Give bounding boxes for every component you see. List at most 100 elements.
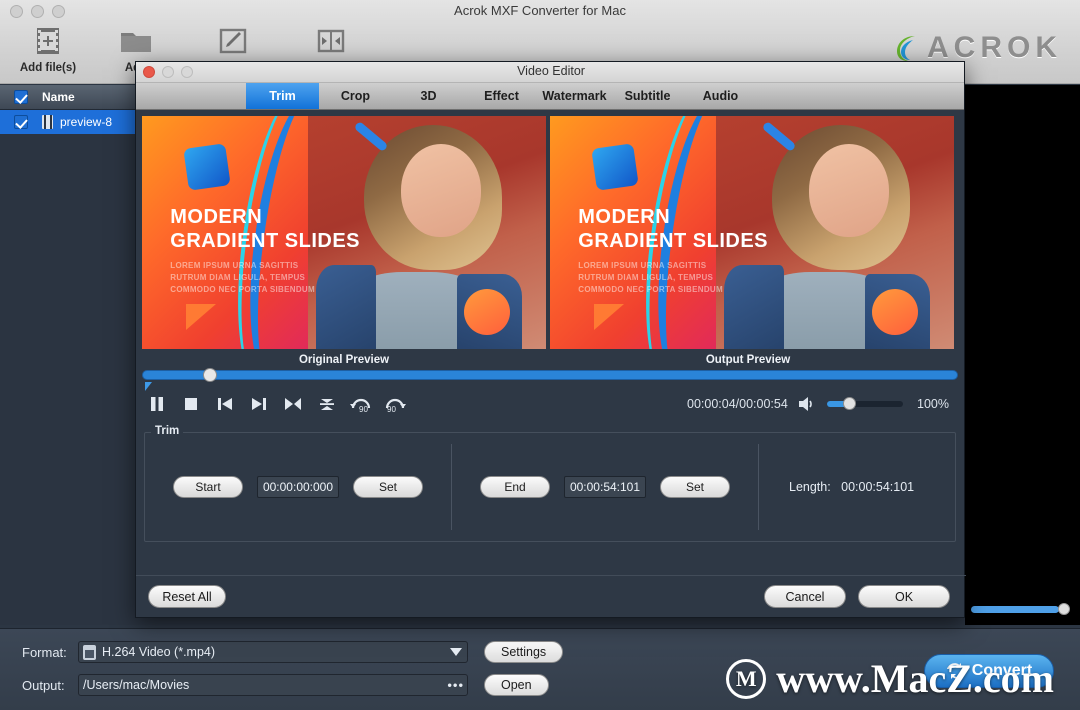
- column-header-name: Name: [42, 90, 75, 104]
- tab-watermark[interactable]: Watermark: [538, 83, 611, 109]
- rotate-left-button[interactable]: 90: [346, 391, 376, 417]
- dialog-footer: Reset All Cancel OK: [136, 575, 966, 617]
- original-preview-image[interactable]: MODERN GRADIENT SLIDES LOREM IPSUM URNA …: [142, 116, 546, 349]
- output-slide-sub-line3: COMMODO NEC PORTA SIBENDUM: [578, 284, 723, 294]
- trim-length: Length: 00:00:54:101: [759, 480, 914, 494]
- flip-vertical-button[interactable]: [312, 391, 342, 417]
- acrok-wordmark: ACROK: [927, 31, 1062, 64]
- rotate-right-90-icon: 90: [385, 398, 406, 414]
- browse-button[interactable]: •••: [447, 679, 464, 692]
- output-label: Output:: [22, 677, 65, 693]
- snapshot-button[interactable]: [278, 391, 308, 417]
- toolbar-add-files[interactable]: Add file(s): [0, 24, 96, 74]
- next-frame-icon: [252, 398, 266, 410]
- previous-frame-button[interactable]: [210, 391, 240, 417]
- slide-sub-line3: COMMODO NEC PORTA SIBENDUM: [170, 284, 315, 294]
- trim-panel: Trim Start 00:00:00:000 Set End 00:00:54…: [144, 425, 956, 542]
- convert-arrows-icon: [946, 663, 965, 679]
- zoom-level: 100%: [917, 397, 949, 411]
- main-volume-knob[interactable]: [1058, 603, 1070, 615]
- output-path-input[interactable]: /Users/mac/Movies •••: [78, 674, 468, 696]
- next-frame-button[interactable]: [244, 391, 274, 417]
- trim-end-group: End 00:00:54:101 Set: [452, 451, 758, 523]
- tab-subtitle[interactable]: Subtitle: [611, 83, 684, 109]
- chevron-down-icon: [450, 648, 462, 656]
- film-add-icon: [0, 24, 96, 58]
- stop-icon: [185, 398, 197, 410]
- trim-start-set-button[interactable]: Set: [353, 476, 423, 498]
- timeline-knob[interactable]: [203, 368, 217, 382]
- row-checkbox[interactable]: [0, 115, 42, 129]
- rotate-right-button[interactable]: 90: [380, 391, 410, 417]
- format-select[interactable]: H.264 Video (*.mp4): [78, 641, 468, 663]
- format-value: H.264 Video (*.mp4): [102, 645, 216, 659]
- main-window-title: Acrok MXF Converter for Mac: [454, 3, 626, 18]
- format-row: Format: H.264 Video (*.mp4) Settings: [22, 641, 564, 663]
- open-button[interactable]: Open: [484, 674, 549, 696]
- app-root: Acrok MXF Converter for Mac Add file(s) …: [0, 0, 1080, 710]
- trim-panel-legend: Trim: [151, 425, 184, 437]
- output-path-value: /Users/mac/Movies: [83, 678, 190, 692]
- playback-time: 00:00:04/00:00:54: [687, 397, 788, 411]
- trim-start-input[interactable]: 00:00:00:000: [257, 476, 339, 498]
- pause-button[interactable]: [142, 391, 172, 417]
- folder-icon: [88, 24, 184, 58]
- svg-text:90: 90: [359, 405, 368, 414]
- tab-3d[interactable]: 3D: [392, 83, 465, 109]
- convert-button-label: Convert: [971, 662, 1033, 679]
- stop-button[interactable]: [176, 391, 206, 417]
- cancel-button[interactable]: Cancel: [764, 585, 846, 608]
- trim-start-group: Start 00:00:00:000 Set: [145, 451, 451, 523]
- player-controls: 90 90 00:00:04/00:00:54 100%: [142, 386, 958, 422]
- slide-title-line2: GRADIENT SLIDES: [170, 229, 361, 252]
- slide-sub-line1: LOREM IPSUM URNA SAGITTIS: [170, 261, 299, 271]
- output-row: Output: /Users/mac/Movies ••• Open: [22, 674, 549, 696]
- video-format-icon: [83, 644, 96, 660]
- settings-button[interactable]: Settings: [484, 641, 564, 663]
- tab-effect[interactable]: Effect: [465, 83, 538, 109]
- player-volume-slider[interactable]: [827, 397, 903, 410]
- reset-all-button[interactable]: Reset All: [148, 585, 226, 608]
- editor-tabbar: Trim Crop 3D Effect Watermark Subtitle A…: [136, 83, 964, 110]
- ok-button[interactable]: OK: [858, 585, 950, 608]
- player-volume-knob[interactable]: [843, 397, 856, 410]
- preview-panes: MODERN GRADIENT SLIDES LOREM IPSUM URNA …: [136, 110, 964, 349]
- trim-end-set-button[interactable]: Set: [660, 476, 730, 498]
- svg-text:90: 90: [387, 405, 396, 414]
- video-editor-dialog: Video Editor Trim Crop 3D Effect Waterma…: [135, 61, 966, 618]
- marker-icon: [285, 398, 301, 410]
- slide-title-line1: MODERN: [170, 205, 263, 228]
- flip-vertical-icon: [320, 399, 334, 410]
- main-preview-area: [965, 85, 1080, 625]
- select-all-checkbox[interactable]: [0, 90, 42, 104]
- trim-end-input[interactable]: 00:00:54:101: [564, 476, 646, 498]
- dialog-titlebar: Video Editor: [136, 62, 964, 83]
- output-slide-title-line1: MODERN: [578, 205, 671, 228]
- trim-start-button[interactable]: Start: [173, 476, 243, 498]
- player-speaker-icon[interactable]: [797, 395, 817, 413]
- preview-labels: Original Preview Output Preview: [136, 349, 964, 370]
- output-preview-image[interactable]: MODERN GRADIENT SLIDES LOREM IPSUM URNA …: [550, 116, 954, 349]
- output-slide-title-line2: GRADIENT SLIDES: [578, 229, 769, 252]
- rotate-left-90-icon: 90: [350, 398, 371, 414]
- pause-icon: [151, 397, 163, 411]
- file-name-label: preview-8: [60, 115, 113, 129]
- tab-audio[interactable]: Audio: [684, 83, 757, 109]
- toolbar-edit[interactable]: [185, 24, 281, 58]
- video-file-icon: [42, 115, 53, 129]
- slide-sub-line2: RUTRUM DIAM LIGULA, TEMPUS: [170, 272, 306, 282]
- toolbar-add-files-label: Add file(s): [19, 62, 77, 74]
- tab-crop[interactable]: Crop: [319, 83, 392, 109]
- trim-end-button[interactable]: End: [480, 476, 550, 498]
- previous-frame-icon: [218, 398, 232, 410]
- original-preview-label: Original Preview: [298, 354, 390, 366]
- trim-length-label: Length:: [789, 480, 831, 494]
- main-volume-slider[interactable]: [971, 605, 1059, 613]
- edit-pencil-icon: [185, 24, 281, 58]
- tab-trim[interactable]: Trim: [246, 83, 319, 109]
- dialog-title: Video Editor: [517, 64, 585, 78]
- toolbar-merge[interactable]: [283, 24, 379, 58]
- convert-button[interactable]: Convert: [924, 654, 1054, 688]
- playback-timeline-slider[interactable]: [142, 368, 958, 391]
- format-label: Format:: [22, 644, 67, 660]
